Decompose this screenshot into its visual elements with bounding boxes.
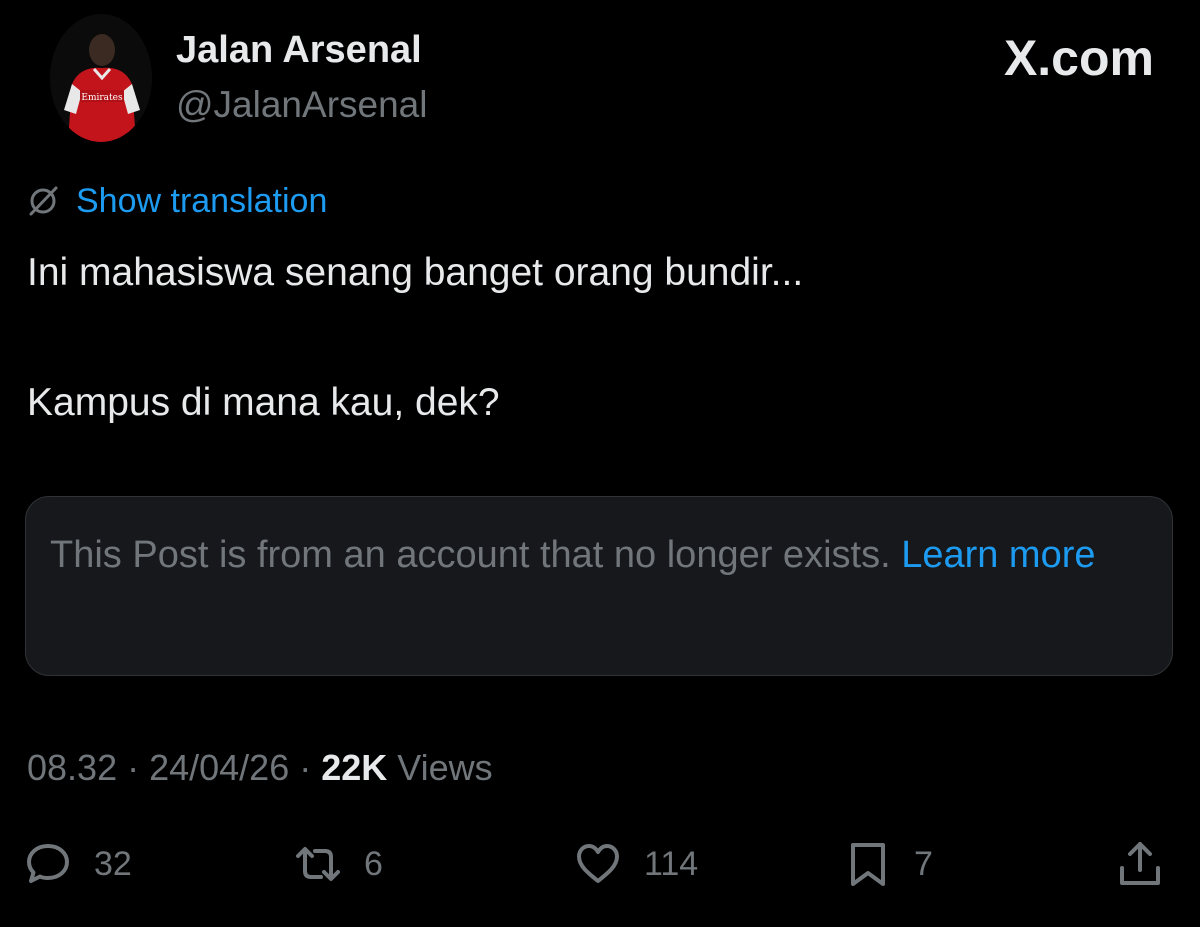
reply-count: 32 xyxy=(94,844,132,883)
action-bar: 32 6 114 7 xyxy=(0,832,1200,896)
globe-slash-icon xyxy=(29,186,58,216)
views-label: Views xyxy=(387,747,493,788)
post-time[interactable]: 08.32 xyxy=(27,747,117,788)
author-display-name[interactable]: Jalan Arsenal xyxy=(176,28,422,72)
learn-more-link[interactable]: Learn more xyxy=(901,534,1095,576)
views-count: 22K xyxy=(321,747,388,788)
post-metadata: 08.32 · 24/04/26 · 22K Views xyxy=(27,744,493,792)
like-button[interactable]: 114 xyxy=(574,832,698,896)
meta-separator: · xyxy=(289,747,322,788)
share-icon xyxy=(1120,842,1160,885)
repost-icon xyxy=(296,847,340,881)
avatar-shirt-text: Emirates xyxy=(81,93,123,103)
like-count: 114 xyxy=(644,844,699,883)
post-text-line: Ini mahasiswa senang banget orang bundir… xyxy=(27,251,804,294)
bookmark-count: 7 xyxy=(914,844,933,883)
show-translation-button[interactable]: Show translation xyxy=(26,178,327,224)
reply-icon xyxy=(27,844,69,883)
meta-separator: · xyxy=(117,747,150,788)
avatar[interactable]: Emirates xyxy=(50,14,152,142)
notice-text: This Post is from an account that no lon… xyxy=(50,534,902,576)
post-date[interactable]: 24/04/26 xyxy=(149,747,289,788)
x-watermark: X.com xyxy=(1003,30,1154,86)
unavailable-post-notice: This Post is from an account that no lon… xyxy=(25,496,1173,676)
author-handle[interactable]: @JalanArsenal xyxy=(176,83,427,127)
bookmark-icon xyxy=(851,843,885,886)
repost-count: 6 xyxy=(364,844,383,883)
heart-icon xyxy=(577,844,619,883)
show-translation-label: Show translation xyxy=(76,181,328,220)
bookmark-button[interactable]: 7 xyxy=(844,832,933,896)
repost-button[interactable]: 6 xyxy=(294,832,383,896)
reply-button[interactable]: 32 xyxy=(24,832,132,896)
share-button[interactable] xyxy=(1116,832,1164,896)
post-text-line: Kampus di mana kau, dek? xyxy=(27,381,500,424)
